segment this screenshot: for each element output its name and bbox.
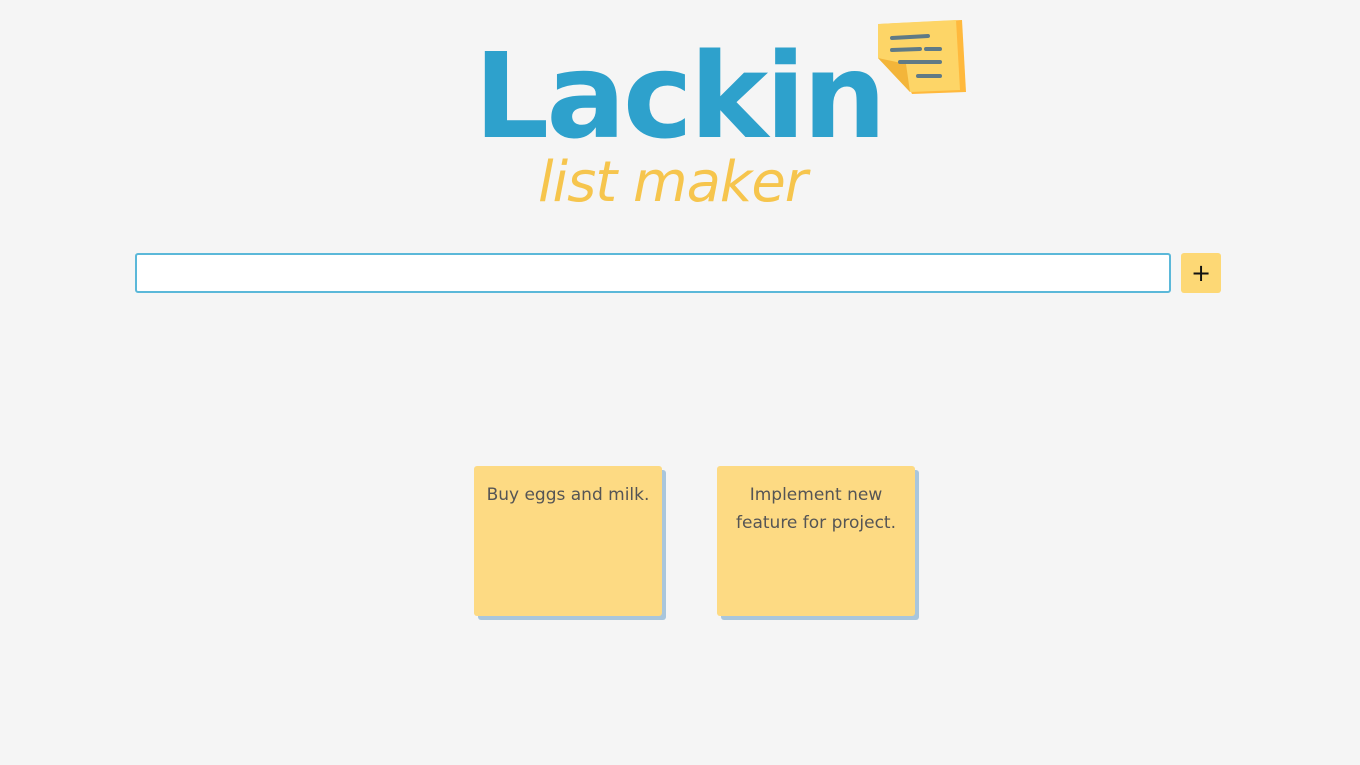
note-card[interactable]: Implement new feature for project. (717, 466, 915, 616)
logo-title: Lackin (474, 27, 887, 165)
add-task-bar: + (135, 253, 1223, 293)
add-button[interactable]: + (1181, 253, 1221, 293)
logo-subtitle: list maker (538, 150, 808, 215)
notes-list: Buy eggs and milk. Implement new feature… (0, 466, 1360, 626)
note-card[interactable]: Buy eggs and milk. (474, 466, 662, 616)
sticky-note-icon (878, 20, 966, 94)
task-input[interactable] (135, 253, 1171, 293)
app-logo: Lackin list maker (0, 0, 1360, 230)
